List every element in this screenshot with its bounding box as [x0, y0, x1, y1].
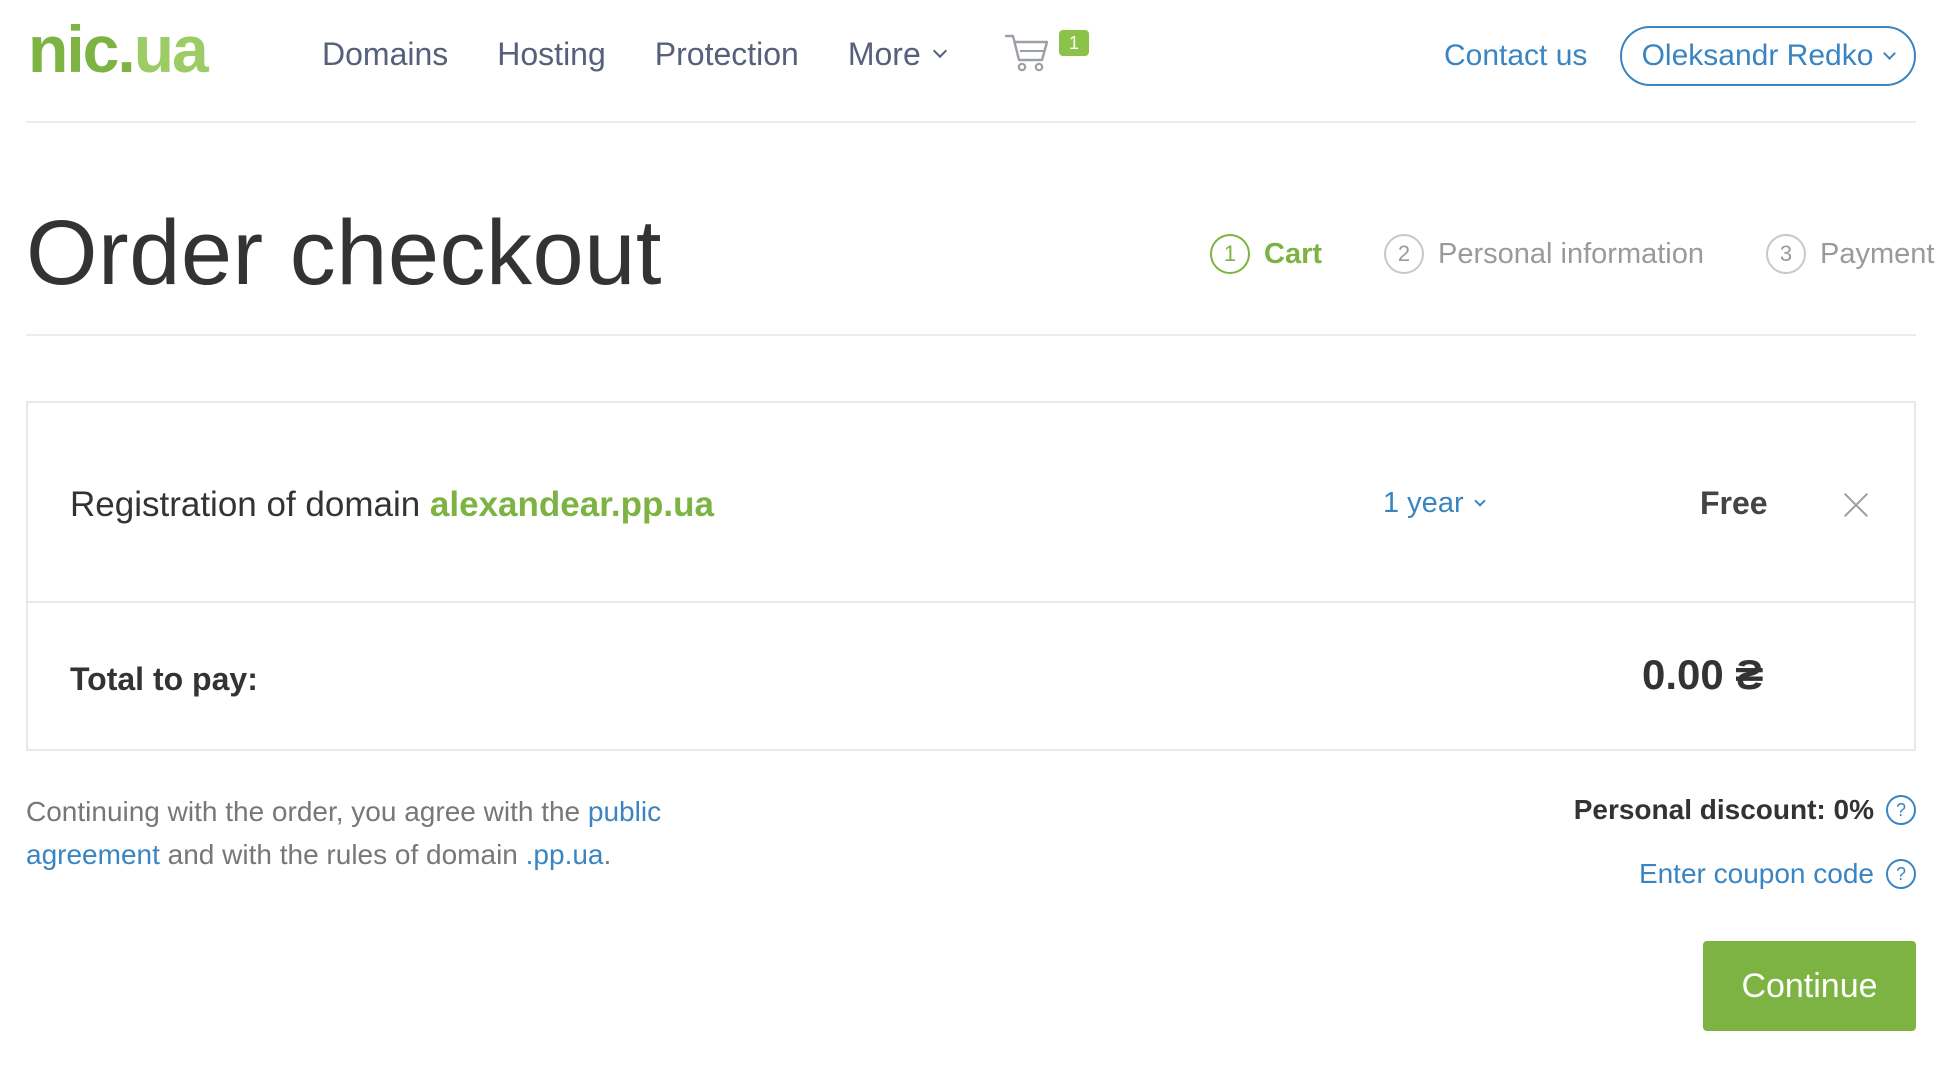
checkout-steps: 1 Cart 2 Personal information 3 Payment	[1210, 232, 1934, 276]
discount-label: Personal discount: 0%	[1573, 794, 1874, 825]
nav-more-label: More	[847, 36, 921, 72]
site-logo[interactable]: nic.ua	[28, 16, 209, 82]
domain-rules-link[interactable]: .pp.ua	[526, 839, 604, 870]
top-header: nic.ua Domains Hosting Protection More 1…	[26, 0, 1916, 123]
order-item-prefix: Registration of domain	[70, 485, 430, 524]
period-value: 1 year	[1383, 487, 1464, 519]
chevron-down-icon	[932, 43, 947, 59]
divider	[26, 334, 1916, 336]
step-label: Personal information	[1438, 237, 1704, 270]
total-label: Total to pay:	[70, 661, 258, 697]
step-cart: 1 Cart	[1210, 234, 1322, 274]
step-number: 2	[1384, 234, 1425, 274]
domain-name: alexandear.pp.ua	[429, 485, 714, 524]
cart-icon	[1004, 34, 1049, 72]
enter-coupon-link[interactable]: Enter coupon code ?	[1639, 858, 1916, 890]
item-price: Free	[1700, 485, 1768, 521]
logo-text-primary: nic.	[28, 12, 136, 86]
logo-text-secondary: ua	[133, 12, 209, 86]
personal-discount: Personal discount: 0% ?	[1574, 794, 1916, 826]
step-number: 3	[1766, 234, 1806, 274]
total-value: 0.00 ₴	[1642, 651, 1764, 698]
cart-count-badge: 1	[1059, 30, 1089, 56]
order-item-description: Registration of domain alexandear.pp.ua	[70, 483, 714, 527]
continue-button[interactable]: Continue	[1703, 941, 1916, 1031]
chevron-down-icon	[1883, 46, 1897, 60]
chevron-down-icon	[1473, 494, 1486, 507]
contact-us-link[interactable]: Contact us	[1444, 36, 1587, 76]
order-summary: Registration of domain alexandear.pp.ua …	[26, 401, 1916, 751]
main-nav: Domains Hosting Protection More	[322, 34, 994, 74]
help-icon[interactable]: ?	[1886, 859, 1916, 889]
nav-protection[interactable]: Protection	[655, 34, 799, 74]
nav-more[interactable]: More	[847, 34, 947, 74]
agreement-text-part: .	[603, 839, 612, 870]
step-label: Payment	[1820, 237, 1935, 270]
nav-domains[interactable]: Domains	[322, 34, 448, 74]
agreement-text-part: Continuing with the order, you agree wit…	[26, 796, 588, 827]
step-label: Cart	[1264, 237, 1323, 270]
step-number: 1	[1210, 234, 1250, 274]
step-payment: 3 Payment	[1766, 234, 1934, 274]
cart-button[interactable]: 1	[1004, 30, 1089, 80]
order-item-row: Registration of domain alexandear.pp.ua …	[28, 403, 1914, 603]
help-icon[interactable]: ?	[1886, 795, 1916, 825]
page-title: Order checkout	[26, 202, 662, 304]
step-personal-information: 2 Personal information	[1384, 234, 1704, 274]
coupon-label: Enter coupon code	[1638, 858, 1874, 889]
user-name: Oleksandr Redko	[1641, 39, 1874, 72]
agreement-text: Continuing with the order, you agree wit…	[26, 790, 746, 876]
agreement-text-part: and with the rules of domain	[159, 839, 526, 870]
nav-hosting[interactable]: Hosting	[497, 34, 606, 74]
period-select[interactable]: 1 year	[1383, 487, 1486, 520]
remove-item-close-icon[interactable]	[1838, 487, 1874, 523]
user-menu-button[interactable]: Oleksandr Redko	[1620, 26, 1916, 86]
